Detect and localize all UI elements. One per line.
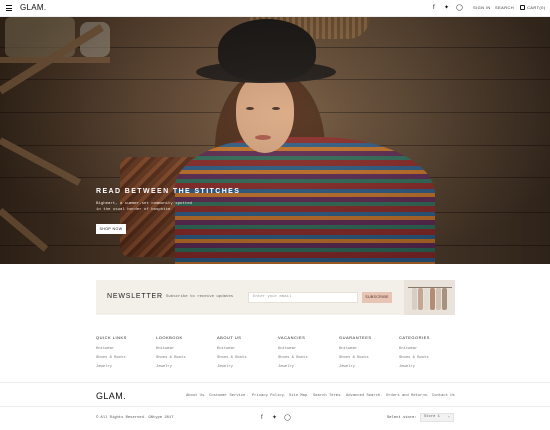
newsletter-description: Subscribe to receive updates <box>166 295 234 299</box>
footer-column-quick-links: QUICK LINKS Knitwear Shoes & Boots Jewel… <box>96 335 156 374</box>
footer-link-advanced-search[interactable]: Advanced Search <box>346 394 380 398</box>
column-title: ABOUT US <box>217 335 242 340</box>
email-input[interactable]: Enter your email <box>248 292 358 303</box>
column-title: VACANCIES <box>278 335 306 340</box>
twitter-icon[interactable]: ✦ <box>444 4 449 12</box>
column-title: LOOKBOOK <box>156 335 183 340</box>
cart-link[interactable]: CART(0) <box>527 5 546 10</box>
footer-link-orders-returns[interactable]: Orders and Returns <box>386 394 427 398</box>
column-title: CATEGORIES <box>399 335 430 340</box>
footer-bottom-divider <box>0 406 550 407</box>
footer-link[interactable]: Knitwear <box>217 347 277 351</box>
footer-link[interactable]: Knitwear <box>278 347 338 351</box>
hero-subtitle: Bigheart, a summer-set community spotted… <box>96 202 193 212</box>
footer-link[interactable]: Knitwear <box>339 347 399 351</box>
footer-divider <box>0 382 550 383</box>
footer-link[interactable]: Shoes & Boots <box>278 356 338 360</box>
separator: · <box>307 394 309 398</box>
chevron-down-icon: ⌄ <box>447 415 450 419</box>
separator: · <box>381 394 383 398</box>
instagram-icon[interactable]: ◯ <box>284 414 291 422</box>
footer-link-search-terms[interactable]: Search Terms <box>313 394 340 398</box>
footer-column-categories: CATEGORIES Knitwear Shoes & Boots Jewelr… <box>399 335 459 374</box>
store-select-label: Select store: <box>387 416 417 420</box>
footer-link[interactable]: Jewelry <box>278 365 338 369</box>
separator: · <box>284 394 286 398</box>
footer-link-privacy-policy[interactable]: Privacy Policy <box>252 394 284 398</box>
footer-link[interactable]: Shoes & Boots <box>156 356 216 360</box>
footer-column-vacancies: VACANCIES Knitwear Shoes & Boots Jewelry <box>278 335 338 374</box>
cart-icon[interactable] <box>520 5 525 10</box>
store-select[interactable]: Store 1 ⌄ <box>420 413 454 422</box>
newsletter-section: NEWSLETTER Subscribe to receive updates … <box>96 280 455 315</box>
subscribe-button[interactable]: SUBSCRIBE <box>362 292 392 303</box>
top-header: GLAM. f ✦ ◯ SIGN IN SEARCH CART(0) <box>0 0 550 17</box>
facebook-icon[interactable]: f <box>261 414 263 422</box>
footer-link-customer-service[interactable]: Customer Service <box>209 394 245 398</box>
newsletter-title: NEWSLETTER <box>107 293 163 300</box>
footer-link[interactable]: Knitwear <box>156 347 216 351</box>
footer-column-lookbook: LOOKBOOK Knitwear Shoes & Boots Jewelry <box>156 335 216 374</box>
footer-link[interactable]: Shoes & Boots <box>399 356 459 360</box>
column-title: QUICK LINKS <box>96 335 127 340</box>
copyright-text: © All Rights Reserved. GNtype 2017 <box>96 416 174 420</box>
separator: · <box>247 394 249 398</box>
footer-link[interactable]: Jewelry <box>156 365 216 369</box>
footer-link[interactable]: Shoes & Boots <box>339 356 399 360</box>
clothing-rack-image <box>404 280 455 315</box>
footer-link[interactable]: Shoes & Boots <box>217 356 277 360</box>
footer-link[interactable]: Jewelry <box>339 365 399 369</box>
twitter-icon[interactable]: ✦ <box>272 414 277 422</box>
footer-column-guarantees: GUARANTEES Knitwear Shoes & Boots Jewelr… <box>339 335 399 374</box>
footer-link[interactable]: Jewelry <box>217 365 277 369</box>
footer-link-site-map[interactable]: Site Map <box>289 394 307 398</box>
shop-now-button[interactable]: SHOP NOW <box>96 224 126 234</box>
footer-brand-logo[interactable]: GLAM. <box>96 391 126 401</box>
footer-link[interactable]: Jewelry <box>399 365 459 369</box>
footer-link[interactable]: Shoes & Boots <box>96 356 156 360</box>
footer-column-about-us: ABOUT US Knitwear Shoes & Boots Jewelry <box>217 335 277 374</box>
search-link[interactable]: SEARCH <box>495 5 514 10</box>
facebook-icon[interactable]: f <box>433 4 435 12</box>
footer-link-contact-us[interactable]: Contact Us <box>432 394 455 398</box>
hero-title: READ BETWEEN THE STITCHES <box>96 188 241 195</box>
hero-banner: READ BETWEEN THE STITCHES Bigheart, a su… <box>0 17 550 264</box>
menu-icon[interactable] <box>6 5 12 11</box>
separator: · <box>427 394 429 398</box>
footer-link[interactable]: Knitwear <box>96 347 156 351</box>
sign-in-link[interactable]: SIGN IN <box>473 5 491 10</box>
instagram-icon[interactable]: ◯ <box>456 4 463 12</box>
footer-link[interactable]: Jewelry <box>96 365 156 369</box>
column-title: GUARANTEES <box>339 335 372 340</box>
brand-logo[interactable]: GLAM. <box>20 3 46 12</box>
separator: · <box>204 394 206 398</box>
store-select-value: Store 1 <box>424 415 440 419</box>
separator: · <box>340 394 342 398</box>
footer-link-about-us[interactable]: About Us <box>186 394 204 398</box>
footer-link[interactable]: Knitwear <box>399 347 459 351</box>
